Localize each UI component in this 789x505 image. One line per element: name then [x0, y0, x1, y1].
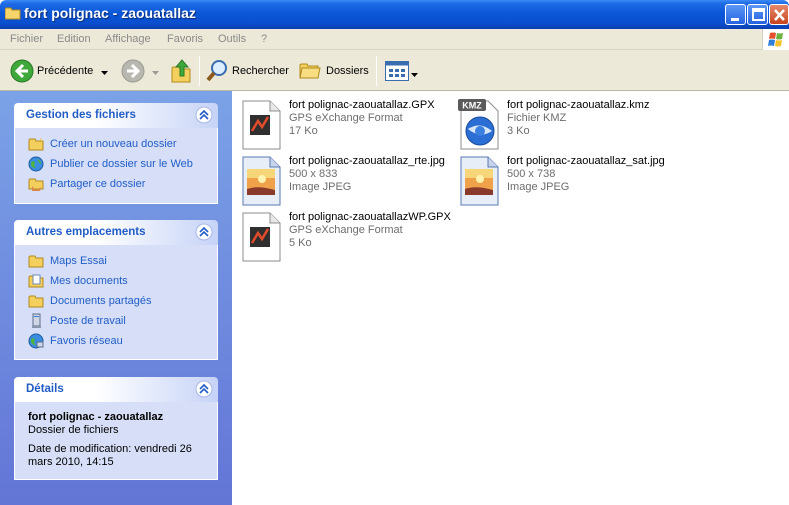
title-bar[interactable]: fort polignac - zaouatallaz: [0, 0, 789, 29]
file-list: fort polignac-zaouatallaz.GPX GPS eXchan…: [232, 91, 789, 505]
folder-icon: [5, 7, 21, 20]
collapse-chevron-icon[interactable]: [195, 223, 213, 241]
other-places-panel: Maps Essai Mes documents Documents parta…: [14, 245, 218, 360]
maximize-button[interactable]: [747, 4, 768, 25]
back-button-label[interactable]: Précédente: [37, 65, 93, 77]
collapse-chevron-icon[interactable]: [195, 380, 213, 398]
kmz-file-icon: KMZ: [458, 99, 499, 150]
toolbar: Précédente Rechercher Dossiers: [0, 50, 789, 91]
folder-icon: [28, 295, 44, 308]
menu-outils[interactable]: Outils: [218, 33, 246, 45]
toolbar-separator: [376, 56, 377, 86]
toolbar-separator: [199, 56, 200, 86]
minimize-button[interactable]: [725, 4, 746, 25]
details-title: Détails: [26, 383, 64, 395]
windows-logo-icon: [762, 29, 789, 50]
menu-favoris[interactable]: Favoris: [167, 33, 203, 45]
new-folder-icon: [28, 137, 44, 151]
gpx-file-icon: [242, 100, 281, 150]
svg-text:KMZ: KMZ: [462, 101, 482, 111]
close-button[interactable]: [769, 4, 789, 25]
back-arrow-icon[interactable]: [10, 59, 34, 83]
menu-bar: Fichier Edition Affichage Favoris Outils…: [0, 29, 789, 50]
folder-icon: [28, 255, 44, 268]
details-modified-line2: mars 2010, 14:15: [28, 456, 114, 468]
menu-help[interactable]: ?: [261, 33, 267, 45]
search-button-label[interactable]: Rechercher: [232, 65, 289, 77]
computer-icon: [32, 313, 41, 328]
views-dropdown-icon[interactable]: [411, 69, 418, 81]
window-title: fort polignac - zaouatallaz: [24, 5, 196, 21]
globe-icon: [28, 156, 44, 172]
shared-folder-icon: [28, 178, 44, 191]
jpeg-file-icon: [242, 156, 281, 206]
details-panel: fort polignac - zaouatallaz Dossier de f…: [14, 402, 218, 480]
forward-arrow-icon[interactable]: [121, 59, 145, 83]
folder-up-icon[interactable]: [170, 58, 194, 84]
details-header[interactable]: Détails: [14, 377, 218, 402]
menu-affichage[interactable]: Affichage: [105, 33, 151, 45]
views-icon[interactable]: [385, 61, 409, 81]
file-tasks-panel: Créer un nouveau dossier Publier ce doss…: [14, 128, 218, 204]
my-documents-icon: [28, 274, 44, 288]
details-modified-line1: Date de modification: vendredi 26: [28, 443, 192, 455]
details-name: fort polignac - zaouatallaz: [28, 411, 164, 423]
file-tasks-title: Gestion des fichiers: [26, 109, 136, 121]
other-places-header[interactable]: Autres emplacements: [14, 220, 218, 245]
menu-edition[interactable]: Edition: [57, 33, 91, 45]
search-icon[interactable]: [205, 59, 229, 83]
file-tasks-header[interactable]: Gestion des fichiers: [14, 103, 218, 128]
folders-icon[interactable]: [299, 60, 321, 80]
details-type: Dossier de fichiers: [28, 424, 119, 436]
collapse-chevron-icon[interactable]: [195, 106, 213, 124]
forward-dropdown-icon[interactable]: [152, 67, 159, 79]
folders-button-label[interactable]: Dossiers: [326, 65, 369, 77]
menu-fichier[interactable]: Fichier: [10, 33, 43, 45]
back-dropdown-icon[interactable]: [101, 67, 108, 79]
network-icon: [28, 333, 44, 349]
other-places-title: Autres emplacements: [26, 226, 146, 238]
jpeg-file-icon: [460, 156, 499, 206]
task-pane: Gestion des fichiers Créer un nouveau do…: [0, 91, 232, 505]
gpx-file-icon: [242, 212, 281, 262]
